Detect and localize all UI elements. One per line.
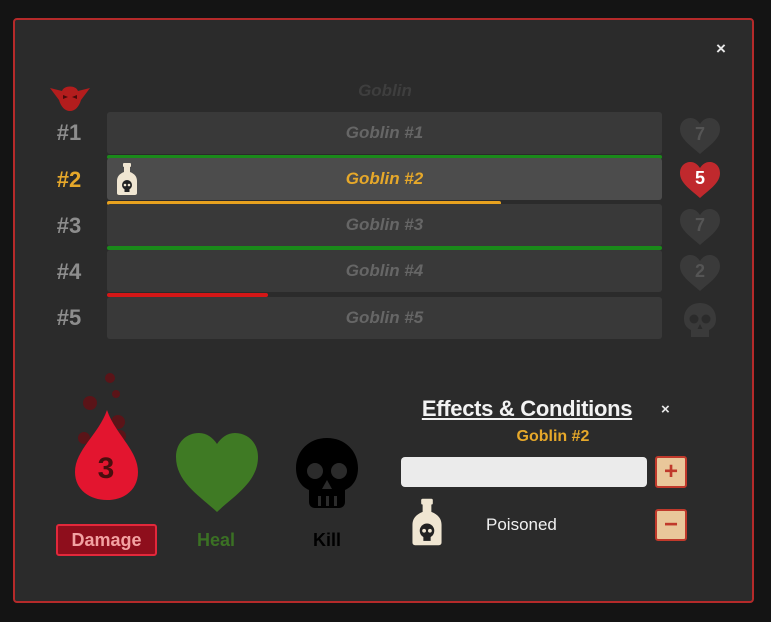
- effects-target: Goblin #2: [516, 428, 590, 445]
- combatant-row-3[interactable]: Goblin #3: [107, 204, 662, 246]
- heal-button[interactable]: Heal: [170, 530, 262, 551]
- add-effect-button[interactable]: +: [655, 456, 687, 488]
- group-title: Goblin: [358, 81, 412, 100]
- dead-skull-icon: [684, 303, 716, 337]
- combatant-number: #5: [56, 305, 82, 330]
- close-effects-button[interactable]: ×: [661, 401, 670, 418]
- combatant-row-5[interactable]: Goblin #5: [107, 297, 662, 339]
- combatant-number: #1: [56, 120, 82, 145]
- poison-bottle-icon: [412, 498, 442, 546]
- hp-heart: 7: [678, 116, 722, 156]
- combatant-number: #2: [56, 167, 82, 192]
- heal-heart-icon[interactable]: [174, 430, 260, 514]
- combatant-row-2[interactable]: Goblin #2: [107, 158, 662, 200]
- goblin-head-icon: [50, 86, 90, 111]
- combatant-number: #4: [56, 259, 82, 284]
- combatant-number: #3: [56, 213, 82, 238]
- remove-effect-button[interactable]: −: [655, 509, 687, 541]
- kill-skull-icon[interactable]: [294, 436, 360, 514]
- effect-input[interactable]: [401, 457, 647, 487]
- hp-value: 5: [694, 167, 705, 188]
- combatant-row-4[interactable]: Goblin #4: [107, 250, 662, 292]
- hp-heart: 2: [678, 253, 722, 293]
- kill-button[interactable]: Kill: [292, 530, 362, 551]
- poison-bottle-icon: [117, 163, 137, 195]
- effect-name: Poisoned: [486, 515, 557, 534]
- hp-value: 7: [694, 214, 705, 235]
- hp-heart: 7: [678, 207, 722, 247]
- combatant-row-1[interactable]: Goblin #1: [107, 112, 662, 154]
- hp-value: 2: [694, 260, 705, 281]
- close-dialog-button[interactable]: ×: [716, 40, 726, 57]
- hp-heart: 5: [678, 160, 722, 200]
- damage-button[interactable]: Damage: [56, 524, 157, 556]
- damage-value[interactable]: 3: [75, 452, 137, 486]
- effects-title: Effects & Conditions: [421, 396, 633, 421]
- hp-value: 7: [694, 123, 705, 144]
